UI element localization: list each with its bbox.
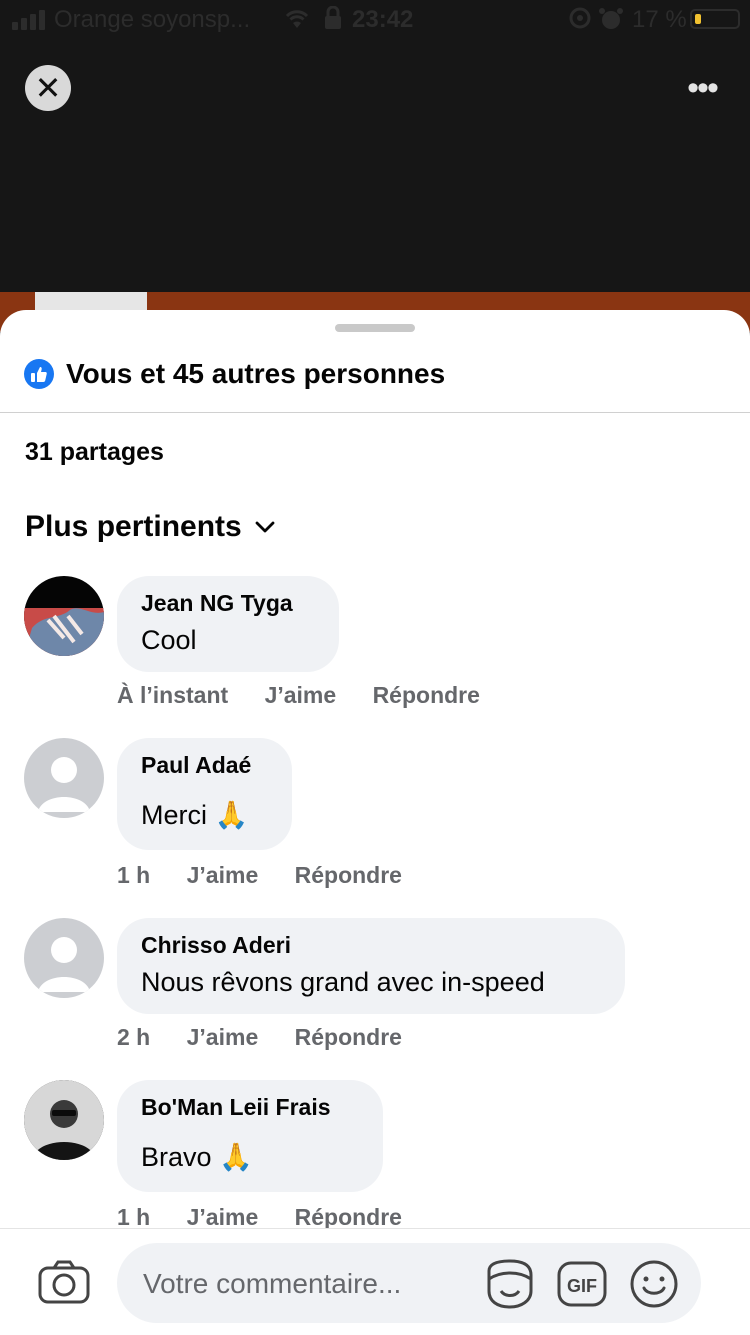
divider (0, 412, 750, 413)
comment-input[interactable] (141, 1243, 475, 1325)
comment-bubble[interactable]: Chrisso Aderi Nous rêvons grand avec in-… (117, 918, 625, 1014)
likes-text: Vous et 45 autres personnes (66, 358, 446, 389)
lock-icon (324, 5, 342, 37)
comment-input-container[interactable]: GIF (117, 1243, 701, 1325)
rotation-lock-icon (568, 6, 592, 37)
camera-icon[interactable] (38, 1259, 90, 1310)
like-thumb-icon (24, 359, 54, 389)
clock: 23:42 (352, 6, 414, 33)
reply-button[interactable]: Répondre (295, 862, 402, 888)
reactions-comments-sheet: Vous et 45 autres personnes 31 partages … (0, 310, 750, 1334)
comment-time: 2 h (117, 1024, 151, 1050)
comment-bubble[interactable]: Jean NG Tyga Cool (117, 576, 339, 672)
battery-icon (690, 9, 740, 29)
more-options-button[interactable]: ••• (678, 70, 726, 106)
gif-label: GIF (567, 1276, 597, 1296)
comment-actions: 1 h J’aime Répondre (117, 862, 432, 889)
reply-button[interactable]: Répondre (295, 1024, 402, 1050)
battery-percent: 17 % (632, 6, 687, 33)
emoji-icon[interactable] (627, 1257, 681, 1316)
comment-text: Bravo 🙏 (141, 1142, 253, 1172)
likes-summary[interactable]: Vous et 45 autres personnes (24, 356, 445, 392)
sheet-grabber-handle[interactable] (335, 324, 415, 332)
comment-author[interactable]: Chrisso Aderi (141, 932, 599, 959)
comment-text: Nous rêvons grand avec in-speed (141, 967, 545, 997)
alarm-icon (598, 6, 624, 39)
status-bar: Orange soyonsp... 23:42 17 % (0, 0, 750, 40)
sort-dropdown[interactable]: Plus pertinents (25, 510, 276, 544)
avatar[interactable] (24, 918, 104, 998)
wifi-icon (282, 6, 312, 37)
comment-time: 1 h (117, 1204, 151, 1230)
comment-bubble[interactable]: Paul Adaé Merci 🙏 (117, 738, 292, 850)
like-button[interactable]: J’aime (187, 1024, 259, 1050)
comment-text: Merci 🙏 (141, 800, 249, 830)
avatar[interactable] (24, 738, 104, 818)
avatar[interactable] (24, 576, 104, 656)
like-button[interactable]: J’aime (187, 862, 259, 888)
comment-author[interactable]: Bo'Man Leii Frais (141, 1094, 357, 1121)
close-button[interactable]: ✕ (25, 65, 71, 111)
reply-button[interactable]: Répondre (373, 682, 480, 708)
comment-bubble[interactable]: Bo'Man Leii Frais Bravo 🙏 (117, 1080, 383, 1192)
carrier-name: Orange soyonsp... (54, 6, 251, 33)
avatar-sticker-icon[interactable] (483, 1257, 537, 1316)
comment-author[interactable]: Jean NG Tyga (141, 590, 313, 617)
comment-actions: À l’instant J’aime Répondre (117, 682, 510, 709)
shares-count[interactable]: 31 partages (25, 438, 164, 467)
comment-text: Cool (141, 625, 197, 655)
gif-button[interactable]: GIF (555, 1257, 609, 1316)
signal-icon (12, 10, 48, 30)
comment-actions: 2 h J’aime Répondre (117, 1024, 432, 1051)
comment-author[interactable]: Paul Adaé (141, 752, 266, 779)
comment-time: À l’instant (117, 682, 229, 708)
reply-button[interactable]: Répondre (295, 1204, 402, 1230)
avatar[interactable] (24, 1080, 104, 1160)
sort-label: Plus pertinents (25, 510, 242, 543)
comment-time: 1 h (117, 862, 151, 888)
like-button[interactable]: J’aime (265, 682, 337, 708)
like-button[interactable]: J’aime (187, 1204, 259, 1230)
comment-actions: 1 h J’aime Répondre (117, 1204, 432, 1231)
comment-composer: GIF (0, 1228, 750, 1335)
chevron-down-icon (255, 521, 275, 533)
